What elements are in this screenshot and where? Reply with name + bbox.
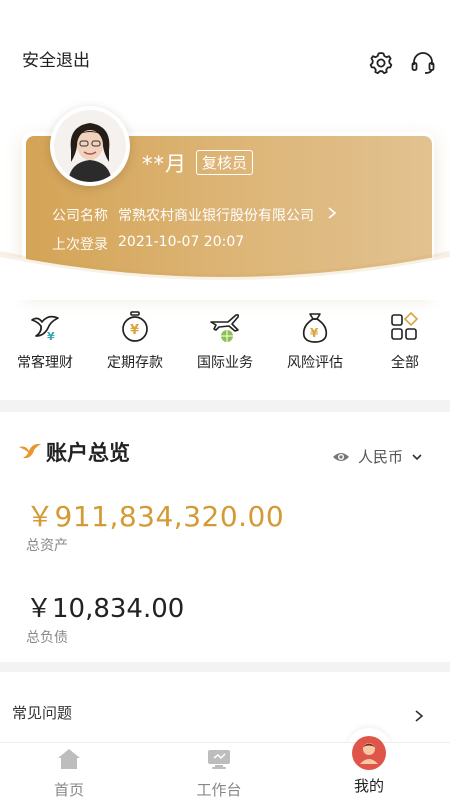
chevron-down-icon: [412, 453, 422, 460]
section-divider: [0, 400, 450, 412]
monitor-icon: [208, 750, 230, 769]
currency-label: 人民币: [358, 448, 404, 466]
svg-text:¥: ¥: [130, 323, 139, 338]
gear-icon[interactable]: [368, 50, 394, 76]
section-divider-2: [0, 662, 450, 672]
total-assets-value: ￥911,834,320.00: [26, 500, 285, 533]
total-debt-value: ￥10,834.00: [26, 594, 185, 624]
menu-label-risk: 风险评估: [287, 355, 343, 371]
logout-button[interactable]: 安全退出: [22, 46, 90, 71]
faq-label: 常见问题: [12, 704, 73, 722]
home-icon: [58, 749, 80, 769]
user-icon: [352, 736, 386, 770]
total-assets-label: 总资产: [26, 538, 68, 554]
svg-text:¥: ¥: [47, 330, 55, 343]
avatar-photo-icon: [54, 110, 126, 182]
bottom-tab-bar: 首页 工作台 我的: [0, 736, 450, 800]
grid-icon: [391, 311, 419, 340]
role-badge: 复核员: [196, 150, 254, 175]
menu-item-all[interactable]: 全部: [360, 310, 450, 372]
menu-item-wealth[interactable]: ¥ 常客理财: [0, 310, 90, 372]
tab-workbench-label: 工作台: [196, 781, 242, 799]
tab-me[interactable]: 我的: [319, 736, 419, 796]
tab-home[interactable]: 首页: [19, 743, 119, 800]
headset-icon[interactable]: [410, 50, 436, 76]
menu-label-international: 国际业务: [197, 355, 253, 371]
stopwatch-yen-icon: ¥: [122, 311, 148, 342]
chevron-right-icon: [415, 710, 424, 722]
menu-item-risk[interactable]: ¥ 风险评估: [270, 310, 360, 372]
company-row[interactable]: 公司名称 常熟农村商业银行股份有限公司: [52, 205, 314, 225]
company-value: 常熟农村商业银行股份有限公司: [118, 208, 314, 224]
svg-text:¥: ¥: [310, 326, 319, 340]
last-login-label: 上次登录: [52, 237, 108, 253]
menu-item-international[interactable]: 国际业务: [180, 310, 270, 372]
eye-icon[interactable]: [332, 450, 350, 464]
tab-me-label: 我的: [353, 777, 384, 795]
user-name: **月: [142, 152, 187, 176]
menu-item-deposit[interactable]: ¥ 定期存款: [90, 310, 180, 372]
avatar[interactable]: [54, 110, 126, 182]
quick-menu: ¥ 常客理财 ¥ 定期存款 国际业务 ¥ 风险评估 全部: [0, 310, 450, 390]
money-bag-icon: ¥: [302, 313, 328, 343]
menu-label-all: 全部: [391, 355, 419, 371]
bird-yen-icon: ¥: [31, 315, 59, 343]
last-login-row: 上次登录 2021-10-07 20:07: [52, 234, 244, 254]
swallow-logo-icon: [19, 443, 41, 459]
section-title: 账户总览: [46, 441, 130, 465]
tab-home-label: 首页: [53, 781, 84, 799]
total-debt-label: 总负债: [26, 630, 68, 646]
menu-label-deposit: 定期存款: [107, 355, 163, 371]
plane-globe-icon: [210, 313, 240, 342]
header: 安全退出: [0, 0, 450, 110]
chevron-right-icon[interactable]: [326, 206, 338, 220]
last-login-value: 2021-10-07 20:07: [118, 234, 245, 250]
tab-workbench[interactable]: 工作台: [169, 743, 269, 800]
currency-selector[interactable]: 人民币: [332, 446, 423, 467]
company-label: 公司名称: [52, 208, 108, 224]
menu-label-wealth: 常客理财: [17, 355, 73, 371]
